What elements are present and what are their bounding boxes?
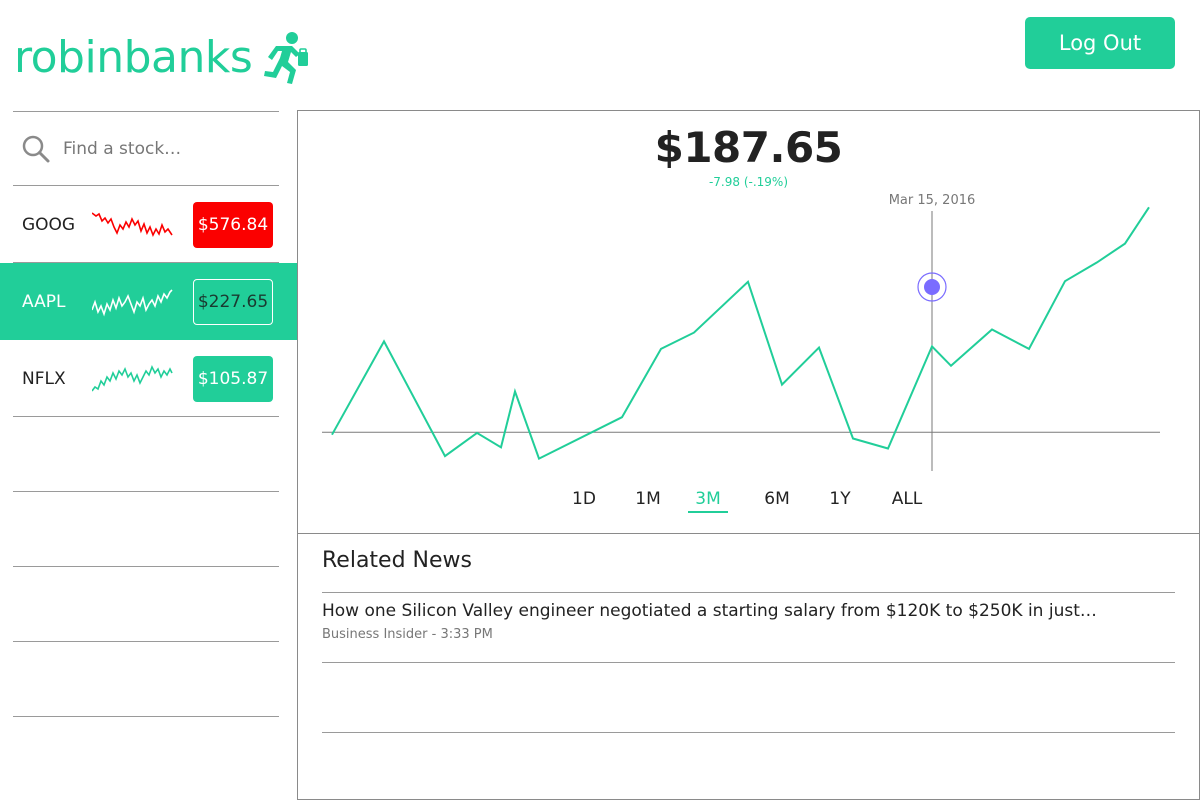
stock-price-badge[interactable]: $227.65 xyxy=(193,278,273,325)
empty-stock-slot xyxy=(13,567,279,642)
stock-ticker: GOOG xyxy=(22,214,76,235)
price-chart-section: $187.65 -7.98 (-.19%) Mar 15, 2016 1D 1M… xyxy=(298,111,1199,534)
stock-row-goog[interactable]: GOOG $576.84 xyxy=(0,186,298,263)
news-meta: Business Insider - 3:33 PM xyxy=(322,627,493,642)
range-tab-1y[interactable]: 1Y xyxy=(815,489,865,509)
range-tab-1m[interactable]: 1M xyxy=(623,489,673,509)
hover-marker[interactable] xyxy=(924,279,940,295)
range-tab-6m[interactable]: 6M xyxy=(752,489,802,509)
sparkline-nflx xyxy=(92,364,173,391)
app-logo[interactable]: robinbanks xyxy=(14,28,310,88)
range-tab-3m[interactable]: 3M xyxy=(688,489,728,513)
logout-button[interactable]: Log Out xyxy=(1025,17,1175,69)
range-tab-1d[interactable]: 1D xyxy=(559,489,609,509)
stock-sidebar: GOOG $576.84 AAPL $227.65 NFLX $105.87 xyxy=(0,111,298,717)
search-input[interactable] xyxy=(63,138,263,159)
price-line xyxy=(331,206,1150,460)
stock-row-aapl[interactable]: AAPL $227.65 xyxy=(0,263,298,340)
search-icon xyxy=(22,135,50,162)
stock-ticker: NFLX xyxy=(22,368,66,389)
search-bar[interactable] xyxy=(13,111,279,186)
stock-price-badge[interactable]: $576.84 xyxy=(193,201,273,248)
stock-ticker: AAPL xyxy=(22,291,66,312)
stock-detail-panel: $187.65 -7.98 (-.19%) Mar 15, 2016 1D 1M… xyxy=(297,110,1200,800)
news-headline[interactable]: How one Silicon Valley engineer negotiat… xyxy=(322,601,1175,621)
sparkline-goog xyxy=(92,211,173,237)
range-tabs: 1D 1M 3M 6M 1Y ALL xyxy=(298,489,1199,519)
hover-date-label: Mar 15, 2016 xyxy=(889,193,976,208)
empty-stock-slot xyxy=(13,642,279,717)
sparkline-aapl xyxy=(92,288,173,317)
news-item[interactable]: How one Silicon Valley engineer negotiat… xyxy=(322,593,1175,663)
empty-stock-slot xyxy=(13,492,279,567)
news-item-empty xyxy=(322,663,1175,733)
empty-stock-slot xyxy=(13,417,279,492)
news-section-title: Related News xyxy=(322,548,1175,593)
running-man-icon xyxy=(264,32,309,84)
stock-price-badge[interactable]: $105.87 xyxy=(193,355,273,402)
range-tab-all[interactable]: ALL xyxy=(882,489,932,509)
related-news: Related News How one Silicon Valley engi… xyxy=(322,536,1175,733)
stock-row-nflx[interactable]: NFLX $105.87 xyxy=(0,340,298,417)
app-name: robinbanks xyxy=(14,32,253,83)
price-chart[interactable]: Mar 15, 2016 xyxy=(298,111,1199,481)
